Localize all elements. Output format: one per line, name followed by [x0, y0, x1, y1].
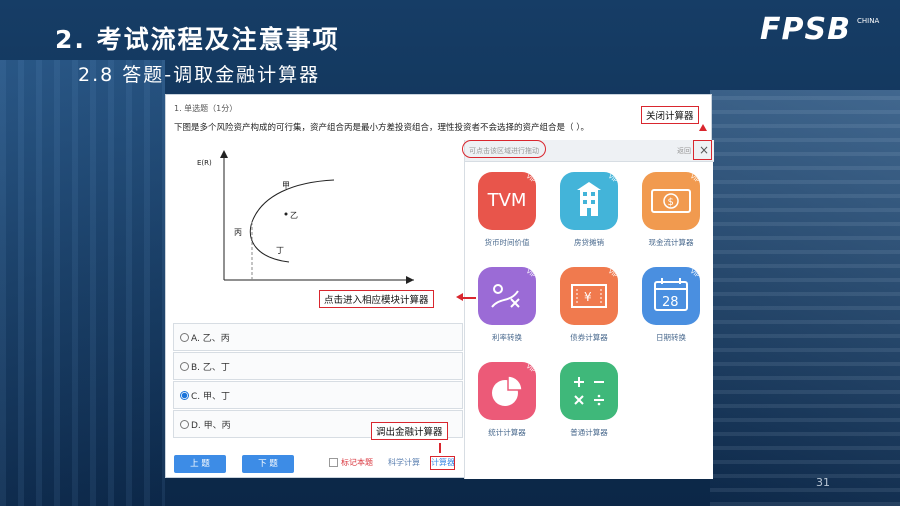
annotation-close-calc: 关闭计算器	[641, 106, 699, 124]
tile-tvm[interactable]: TVM VIP	[478, 172, 536, 230]
slide-subtitle: 2.8 答题-调取金融计算器	[78, 64, 321, 86]
exam-screenshot: 1. 单选题（1分） 下图是多个风险资产构成的可行集，资产组合丙是最小方差投资组…	[165, 94, 714, 479]
scientific-calc-link[interactable]: 科学计算	[388, 457, 420, 468]
point-label-jia: 甲	[282, 181, 290, 190]
fpsb-logo: FPSB	[760, 12, 851, 47]
tile-statistics[interactable]: VIP	[478, 362, 536, 420]
svg-text:28: 28	[662, 295, 679, 310]
mark-question-checkbox[interactable]	[329, 458, 338, 467]
option-c-radio[interactable]	[180, 391, 189, 400]
tile-rate-convert-label: 利率转换	[492, 333, 522, 342]
y-axis-arrow	[220, 150, 228, 158]
slide-title: 2. 考试流程及注意事项	[55, 25, 340, 54]
svg-text:¥: ¥	[584, 290, 592, 304]
background-buildings-left	[0, 60, 165, 506]
background-buildings-right	[710, 90, 900, 506]
annotation-enter-module: 点击进入相应模块计算器	[319, 290, 434, 308]
question-header: 1. 单选题（1分）	[174, 104, 238, 113]
option-c[interactable]: C. 甲、丁	[173, 381, 463, 409]
tile-mortgage-label: 房贷摊销	[574, 238, 604, 247]
frontier-curve	[249, 179, 335, 263]
point-label-yi: 乙	[290, 211, 298, 220]
next-question-button[interactable]: 下 题	[242, 455, 294, 473]
option-a-label: A. 乙、丙	[191, 334, 230, 344]
tile-bond-label: 债券计算器	[570, 333, 608, 342]
y-axis-label: E(R)	[197, 159, 212, 167]
vip-badge: VIP	[524, 172, 536, 185]
svg-text:$: $	[668, 197, 674, 208]
tile-mortgage[interactable]: VIP	[560, 172, 618, 230]
tile-cash-flow[interactable]: $ VIP	[642, 172, 700, 230]
point-yi	[284, 212, 288, 216]
tile-date[interactable]: 28 VIP	[642, 267, 700, 325]
point-label-bing: 丙	[234, 228, 242, 237]
arrow-to-module	[456, 293, 463, 301]
arrow-stem-open	[439, 443, 441, 453]
mark-question-label[interactable]: 标记本题	[341, 457, 373, 468]
financial-calculator-panel: 可点击该区域进行拖动 返回 × TVM VIP 货币时间价值 VIP 房贷摊销 …	[464, 140, 714, 479]
slide: 2. 考试流程及注意事项 2.8 答题-调取金融计算器 FPSB CHINA 3…	[0, 0, 900, 506]
tile-basic-label: 普通计算器	[570, 428, 608, 437]
tile-date-label: 日期转换	[656, 333, 686, 342]
annotation-open-calc: 调出金融计算器	[371, 422, 448, 440]
option-b[interactable]: B. 乙、丁	[173, 352, 463, 380]
point-label-ding: 丁	[276, 246, 284, 255]
option-d-label: D. 甲、丙	[191, 421, 231, 431]
tile-basic[interactable]	[560, 362, 618, 420]
option-b-label: B. 乙、丁	[191, 363, 230, 373]
tile-cash-flow-label: 现金流计算器	[648, 238, 694, 247]
page-number: 31	[816, 476, 830, 489]
option-d-radio[interactable]	[180, 420, 189, 429]
tvm-icon: TVM	[487, 190, 527, 211]
tile-rate-convert[interactable]: VIP	[478, 267, 536, 325]
arrow-to-close	[699, 124, 707, 131]
calculator-link-highlight	[430, 456, 455, 470]
basic-calculator-icon	[574, 377, 604, 406]
option-c-label: C. 甲、丁	[191, 392, 231, 402]
fpsb-logo-sub: CHINA	[857, 17, 880, 25]
question-text: 下图是多个风险资产构成的可行集，资产组合丙是最小方差投资组合，理性投资者不会选择…	[174, 123, 589, 133]
x-axis-arrow	[406, 276, 414, 284]
option-a[interactable]: A. 乙、丙	[173, 323, 463, 351]
option-b-radio[interactable]	[180, 362, 189, 371]
tile-statistics-label: 统计计算器	[488, 428, 526, 437]
efficient-frontier-graph: E(R) 甲 乙 丙 丁	[197, 150, 414, 284]
calc-back-link[interactable]: 返回	[677, 146, 691, 156]
option-a-radio[interactable]	[180, 333, 189, 342]
drag-area-highlight	[462, 140, 546, 158]
close-button-highlight	[693, 140, 712, 160]
prev-question-button[interactable]: 上 题	[174, 455, 226, 473]
tile-bond[interactable]: ¥ VIP	[560, 267, 618, 325]
tile-tvm-label: 货币时间价值	[484, 238, 530, 247]
